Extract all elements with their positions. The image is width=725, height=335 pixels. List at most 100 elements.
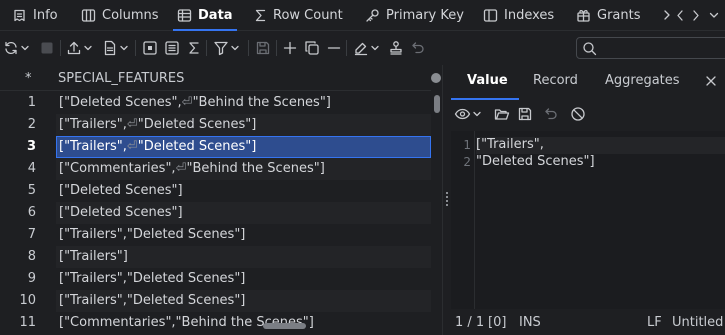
columns-icon (81, 8, 96, 23)
table-cell[interactable]: ["Trailers",⏎"Deleted Scenes"] (56, 136, 431, 158)
single-record-view-button[interactable] (142, 38, 158, 58)
row-number[interactable]: 10 (0, 293, 36, 308)
table-row[interactable]: 2 ["Trailers",⏎"Deleted Scenes"] (0, 114, 431, 136)
aggregate-button[interactable] (187, 38, 201, 58)
chevron-right-icon (690, 8, 702, 23)
row-number[interactable]: 11 (0, 315, 36, 330)
tab-list-button[interactable] (708, 0, 720, 31)
tab-row-count[interactable]: Row Count (254, 0, 343, 31)
add-row-button[interactable] (282, 38, 298, 58)
table-row[interactable]: 7 ["Trailers","Deleted Scenes"] (0, 224, 431, 246)
table-row[interactable]: 3 ["Trailers",⏎"Deleted Scenes"] (0, 136, 431, 158)
newline-marker: ⏎ (181, 95, 193, 110)
sigma-icon (254, 8, 267, 23)
chevron-down-icon (84, 40, 92, 56)
search-input[interactable] (576, 37, 725, 59)
cell-text: ["Trailers","Deleted Scenes"] (59, 227, 246, 242)
tab-value[interactable]: Value (467, 73, 508, 88)
row-number[interactable]: 2 (0, 117, 36, 132)
table-row[interactable]: 8 ["Trailers"] (0, 246, 431, 268)
edit-button[interactable] (353, 38, 379, 58)
tab-scroll-left-button[interactable] (674, 0, 686, 31)
toolbar-divider (248, 40, 249, 56)
table-cell[interactable]: ["Deleted Scenes"] (56, 202, 431, 224)
row-number[interactable]: 4 (0, 161, 36, 176)
cell-text: ["Deleted Scenes"] (59, 183, 183, 198)
table-row[interactable]: 6 ["Deleted Scenes"] (0, 202, 431, 224)
table-row[interactable]: 10 ["Trailers","Deleted Scenes"] (0, 290, 431, 312)
cell-text: "Behind the Scenes"] (186, 161, 325, 176)
tab-more-partial[interactable] (662, 0, 672, 31)
table-row[interactable]: 5 ["Deleted Scenes"] (0, 180, 431, 202)
row-number-header[interactable]: * (25, 71, 32, 86)
table-cell[interactable]: ["Deleted Scenes",⏎"Behind the Scenes"] (56, 92, 431, 114)
document-icon (102, 40, 118, 56)
tab-record[interactable]: Record (533, 73, 578, 88)
table-row[interactable]: 1 ["Deleted Scenes",⏎"Behind the Scenes"] (0, 92, 431, 114)
tab-row-count-label: Row Count (273, 8, 343, 23)
row-number[interactable]: 8 (0, 249, 36, 264)
tab-data[interactable]: Data (173, 0, 237, 31)
value-panel: Value Record Aggregates 1 2 ["Trailers",… (451, 65, 725, 335)
open-file-button[interactable] (494, 106, 510, 122)
file-type[interactable]: Untitled (672, 315, 723, 330)
export-button[interactable] (66, 38, 92, 58)
tab-indexes[interactable]: Indexes (483, 0, 554, 31)
horizontal-scrollbar-thumb[interactable] (263, 323, 306, 329)
newline-marker: ⏎ (126, 139, 138, 154)
tab-aggregates[interactable]: Aggregates (605, 73, 680, 88)
line-ending[interactable]: LF (647, 315, 662, 330)
clone-row-button[interactable] (304, 38, 320, 58)
active-tab-indicator (451, 98, 519, 100)
row-number[interactable]: 6 (0, 205, 36, 220)
stop-button (39, 38, 55, 58)
table-cell[interactable]: ["Commentaries","Behind the Scenes"] (56, 312, 431, 334)
set-null-button[interactable] (570, 106, 586, 122)
tab-info[interactable]: Info (12, 0, 58, 31)
toolbar-divider (276, 40, 277, 56)
cell-text: "Behind the Scenes"] (192, 95, 331, 110)
table-cell[interactable]: ["Trailers","Deleted Scenes"] (56, 268, 431, 290)
table-cell[interactable]: ["Trailers",⏎"Deleted Scenes"] (56, 114, 431, 136)
table-cell[interactable]: ["Trailers"] (56, 246, 431, 268)
table-row[interactable]: 11 ["Commentaries","Behind the Scenes"] (0, 312, 431, 334)
view-mode-button[interactable] (454, 106, 481, 122)
line-number-gutter: 1 2 (451, 131, 475, 309)
table-row[interactable]: 9 ["Trailers","Deleted Scenes"] (0, 268, 431, 290)
save-to-file-button[interactable] (517, 106, 533, 122)
text-view-button[interactable] (164, 38, 180, 58)
tab-scroll-right-button[interactable] (690, 0, 702, 31)
compare-button[interactable] (388, 38, 404, 58)
filter-button[interactable] (213, 38, 239, 58)
save-icon (517, 106, 533, 122)
grants-icon (576, 8, 591, 23)
undo-icon (543, 106, 559, 122)
table-row[interactable]: 4 ["Commentaries",⏎"Behind the Scenes"] (0, 158, 431, 180)
row-number[interactable]: 3 (0, 139, 36, 154)
column-header-special-features[interactable]: SPECIAL_FEATURES (58, 71, 184, 86)
refresh-icon (3, 40, 19, 56)
insert-mode[interactable]: INS (519, 315, 541, 330)
vertical-scrollbar-thumb[interactable] (434, 95, 440, 113)
newline-marker: ⏎ (126, 117, 138, 132)
value-editor[interactable]: 1 2 ["Trailers", "Deleted Scenes"] (451, 131, 725, 309)
refresh-button[interactable] (3, 38, 29, 58)
vertical-scrollbar[interactable] (433, 91, 441, 335)
table-cell[interactable]: ["Trailers","Deleted Scenes"] (56, 290, 431, 312)
cell-text: "Deleted Scenes"] (137, 139, 257, 154)
row-number[interactable]: 5 (0, 183, 36, 198)
tab-grants[interactable]: Grants (576, 0, 641, 31)
table-cell[interactable]: ["Deleted Scenes"] (56, 180, 431, 202)
tab-primary-key[interactable]: Primary Key (365, 0, 464, 31)
row-number[interactable]: 7 (0, 227, 36, 242)
table-cell[interactable]: ["Commentaries",⏎"Behind the Scenes"] (56, 158, 431, 180)
row-number[interactable]: 9 (0, 271, 36, 286)
chevron-down-icon (473, 106, 481, 122)
table-cell[interactable]: ["Trailers","Deleted Scenes"] (56, 224, 431, 246)
splitter-grip[interactable] (446, 192, 448, 206)
import-button[interactable] (102, 38, 128, 58)
row-number[interactable]: 1 (0, 95, 36, 110)
close-icon[interactable] (705, 75, 717, 87)
delete-row-button[interactable] (326, 38, 342, 58)
tab-columns[interactable]: Columns (81, 0, 159, 31)
